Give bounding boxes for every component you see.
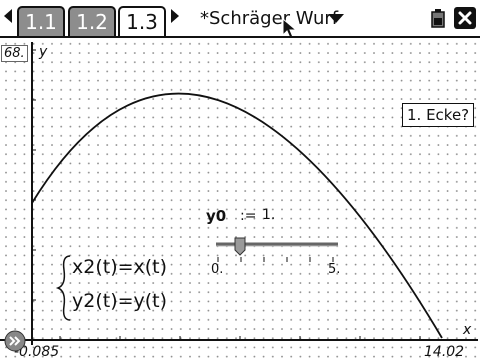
y-max-label[interactable]: 68.	[1, 45, 28, 62]
top-toolbar: 1.1 1.2 1.3 *Schräger Wurf	[0, 0, 480, 39]
text-box-ecke[interactable]: 1. Ecke?	[402, 103, 475, 127]
equation-x2[interactable]: x2(t)=x(t)	[72, 256, 167, 278]
slider-variable-name: y0	[206, 207, 227, 225]
right-arrow-icon[interactable]	[171, 9, 179, 23]
slider-assign-symbol: :=	[240, 208, 257, 224]
document-title: *Schräger Wurf	[200, 8, 339, 29]
equation-y2[interactable]: y2(t)=y(t)	[72, 290, 167, 312]
expand-icon[interactable]	[4, 330, 26, 352]
close-button[interactable]	[454, 7, 476, 29]
x-axis-label: x	[463, 322, 472, 338]
dropdown-arrow-icon[interactable]	[328, 14, 344, 23]
tab-1-1[interactable]: 1.1	[17, 6, 65, 36]
slider-max-label: 5.	[328, 262, 341, 277]
close-icon	[458, 11, 472, 25]
left-arrow-icon[interactable]	[4, 9, 12, 23]
tab-1-3[interactable]: 1.3	[118, 6, 166, 38]
battery-icon	[431, 9, 445, 28]
tab-1-2[interactable]: 1.2	[68, 6, 116, 36]
y-axis-label: y	[39, 44, 48, 60]
slider-value[interactable]: 1.	[262, 207, 275, 223]
x-max-label[interactable]: 14.02	[424, 344, 464, 360]
slider-min-label: 0.	[211, 262, 224, 277]
